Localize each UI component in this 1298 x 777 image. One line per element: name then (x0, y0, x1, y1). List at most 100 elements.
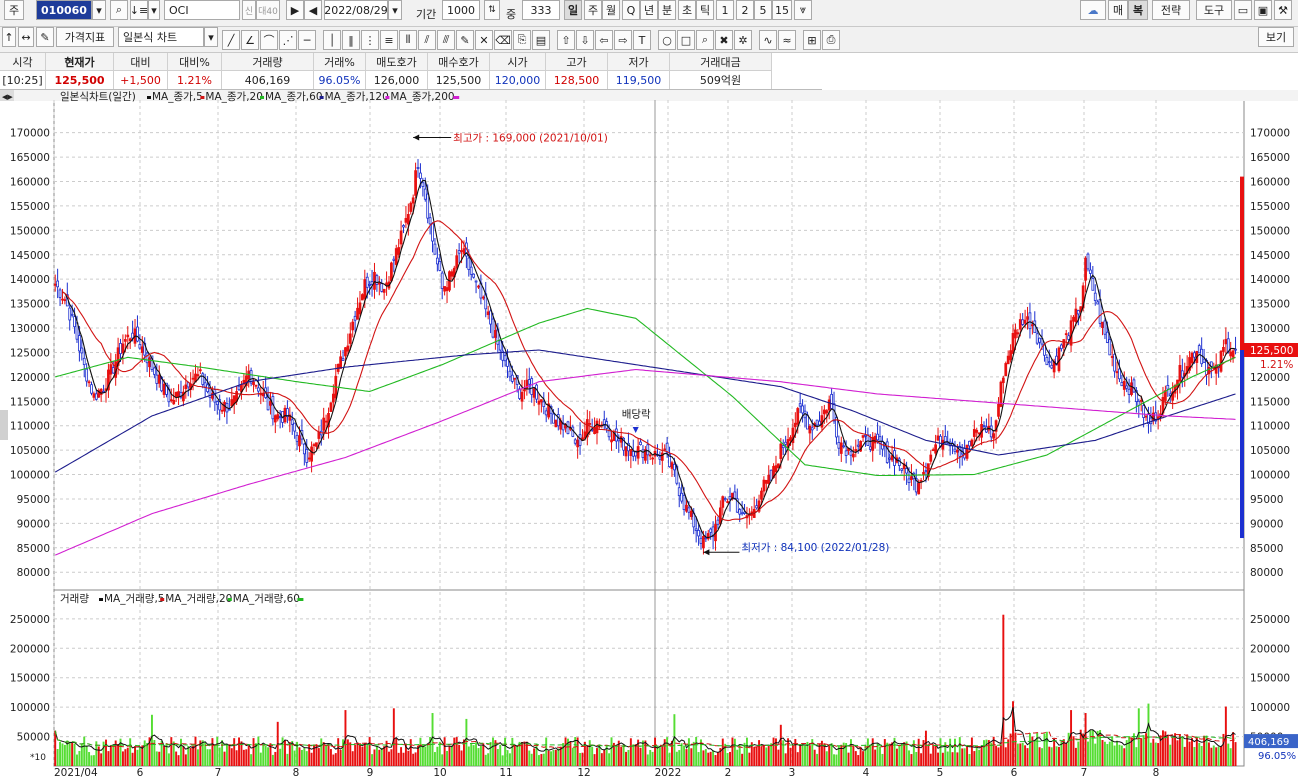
candle-body (324, 420, 328, 423)
volume-bar (801, 743, 804, 766)
volume-bar (791, 745, 794, 766)
volume-bar (513, 745, 516, 766)
sort-dropdown-icon[interactable]: ▾ (148, 0, 160, 20)
search-icon[interactable]: ⌕ (110, 0, 128, 20)
date-input[interactable]: 2022/08/29 (324, 0, 388, 20)
volume-bar (816, 753, 819, 766)
circle-tool-icon[interactable]: ○ (658, 30, 676, 50)
candle-body (573, 439, 577, 444)
pencil-icon[interactable]: ✎ (456, 30, 474, 50)
fibonacci-icon[interactable]: ≡ (380, 30, 398, 50)
price-indicator-button[interactable]: 가격지표 (56, 27, 114, 47)
volume-bar (245, 749, 248, 766)
market-select[interactable]: 주 (4, 0, 24, 20)
line-tool-icon[interactable]: ╱ (222, 30, 240, 50)
buy-sell-button[interactable]: 매 (1108, 0, 1128, 20)
collapse-up-icon[interactable]: ↑ (2, 27, 16, 47)
vol-ma-legend-label-0: MA_거래량,5 (104, 593, 165, 605)
arrow-down-icon[interactable]: ⇩ (576, 30, 594, 50)
angle-tool-icon[interactable]: ∠ (241, 30, 259, 50)
arrow-right-icon[interactable]: ⇨ (614, 30, 632, 50)
volume-bar (1048, 746, 1051, 766)
view-button[interactable]: 보기 (1258, 27, 1294, 47)
cycle-lines-icon[interactable]: ⫴ (399, 30, 417, 50)
period-5-button[interactable]: 5 (754, 0, 772, 20)
period-tick-button[interactable]: 틱 (696, 0, 714, 20)
candle-body (477, 285, 480, 288)
volume-bar (1026, 748, 1029, 766)
copy-icon[interactable]: ⎘ (513, 30, 531, 50)
price-volume-chart[interactable]: ◀▶80000 8000085000 8500090000 9000095000 950… (0, 90, 1298, 777)
delete-tool-icon[interactable]: ✖ (715, 30, 733, 50)
period-day-button[interactable]: 일 (564, 0, 582, 20)
scroll-icon[interactable]: ↔ (18, 27, 34, 47)
candle-body (510, 374, 514, 382)
volume-bar (73, 743, 76, 766)
arrow-up-icon[interactable]: ⇧ (557, 30, 575, 50)
chart-type-select[interactable]: 일본식 차트 (118, 27, 204, 47)
trend-channel-icon[interactable]: ⫽ (418, 30, 436, 50)
period-quarter-button[interactable]: Q (622, 0, 640, 20)
stock-name-field[interactable]: OCI (164, 0, 240, 20)
price-axis-tick-left: 125000 (10, 347, 50, 359)
next-stock-icon[interactable]: ▶ (286, 0, 304, 20)
multi-vertical-icon[interactable]: ‖ (342, 30, 360, 50)
volume-bar (286, 753, 289, 766)
calendar-dropdown-icon[interactable]: ▾ (388, 0, 402, 20)
print-icon[interactable]: ⎙ (822, 30, 840, 50)
prev-stock-icon[interactable]: ◀ (304, 0, 322, 20)
chart-area[interactable]: ◀▶ 80000 80000 85000 85000 90000 90000 95000 950… (0, 90, 1298, 777)
chart-type-dropdown-icon[interactable]: ▾ (204, 27, 218, 47)
period-15-button[interactable]: 15 (772, 0, 792, 20)
volume-bar (632, 744, 635, 766)
period-minute-button[interactable]: 분 (658, 0, 676, 20)
count-input[interactable]: 333 (522, 0, 560, 20)
candle-body (854, 449, 858, 452)
folder-icon[interactable]: ▭ (1234, 0, 1252, 20)
volume-bar (934, 745, 937, 766)
candle-body (658, 456, 662, 460)
volume-bar (1183, 746, 1186, 766)
period-year-button[interactable]: 년 (640, 0, 658, 20)
wrench-icon[interactable]: ⚒ (1274, 0, 1292, 20)
period-2-button[interactable]: 2 (736, 0, 754, 20)
save-icon[interactable]: ▣ (1254, 0, 1272, 20)
period-1-button[interactable]: 1 (716, 0, 734, 20)
horizontal-line-icon[interactable]: ─ (298, 30, 316, 50)
strategy-button[interactable]: 전략 (1152, 0, 1190, 20)
period-week-button[interactable]: 주 (584, 0, 602, 20)
volume-axis-tick-left: 200000 (10, 643, 50, 655)
multi-button[interactable]: 복 (1128, 0, 1148, 20)
zoom-tool-icon[interactable]: ⌕ (696, 30, 714, 50)
edit-icon[interactable]: ✎ (36, 27, 54, 47)
rectangle-tool-icon[interactable]: □ (677, 30, 695, 50)
period-spin-icon[interactable]: ⇅ (484, 0, 500, 20)
arc-tool-icon[interactable]: ⌒ (260, 30, 278, 50)
eraser-icon[interactable]: ⌫ (494, 30, 512, 50)
volume-bar (134, 746, 136, 766)
cloud-icon[interactable]: ☁ (1080, 0, 1106, 20)
note-icon[interactable]: ▤ (532, 30, 550, 50)
cross-tool-icon[interactable]: ✕ (475, 30, 493, 50)
sort-icon[interactable]: ↓≡ (130, 0, 148, 20)
arrow-left-icon[interactable]: ⇦ (595, 30, 613, 50)
vertical-line-icon[interactable]: │ (323, 30, 341, 50)
text-icon[interactable]: T (633, 30, 651, 50)
period-month-button[interactable]: 월 (602, 0, 620, 20)
volume-bar (591, 746, 594, 766)
fan-tool-icon[interactable]: ⋰ (279, 30, 297, 50)
tools-button[interactable]: 도구 (1196, 0, 1232, 20)
wave-tool-icon[interactable]: ∿ (759, 30, 777, 50)
grid-lines-icon[interactable]: ⋮ (361, 30, 379, 50)
custom-period-icon[interactable]: ⩔ (794, 0, 812, 20)
stock-code-dropdown-icon[interactable]: ▾ (92, 0, 106, 20)
period-input[interactable]: 1000 (442, 0, 480, 20)
volume-bar (755, 746, 758, 766)
volume-bar (915, 752, 918, 766)
stock-code-input[interactable]: 010060 (36, 0, 92, 20)
period-second-button[interactable]: 초 (678, 0, 696, 20)
parallel-lines-icon[interactable]: ⫻ (437, 30, 455, 50)
settings-tool-icon[interactable]: ✲ (734, 30, 752, 50)
pattern-tool-icon[interactable]: ≈ (778, 30, 796, 50)
export-icon[interactable]: ⊞ (803, 30, 821, 50)
